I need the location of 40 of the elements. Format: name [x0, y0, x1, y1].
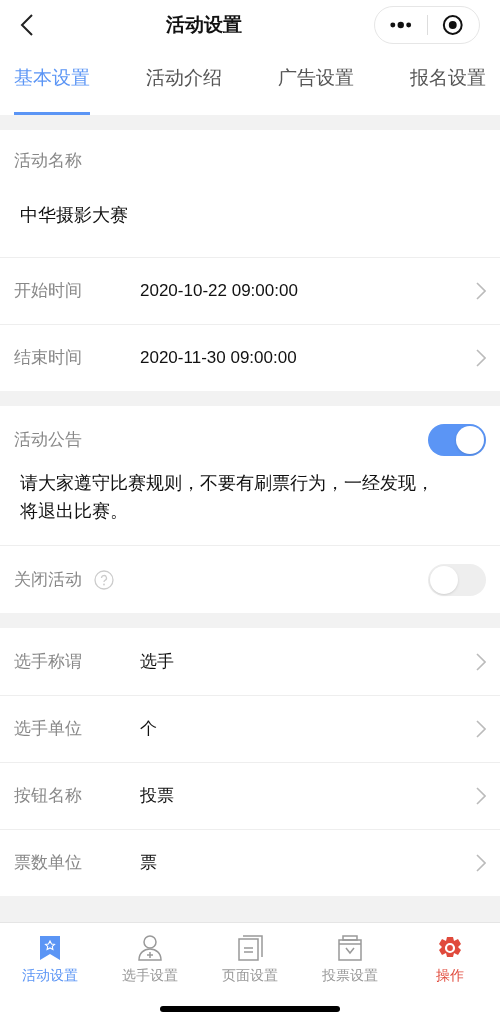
settings-row[interactable]: 选手单位 个	[0, 695, 500, 762]
settings-row[interactable]: 开始时间 2020-10-22 09:00:00	[0, 257, 500, 324]
settings-row[interactable]: 结束时间 2020-11-30 09:00:00	[0, 324, 500, 391]
tab[interactable]: 报名设置	[410, 50, 486, 115]
tab[interactable]: 广告设置	[278, 50, 354, 115]
chevron-icon	[476, 720, 486, 738]
row-value: 票	[140, 852, 158, 875]
tab[interactable]: 活动介绍	[146, 50, 222, 115]
back-icon[interactable]	[20, 13, 34, 37]
settings-row[interactable]: 选手称谓 选手	[0, 628, 500, 695]
toggle-switch[interactable]	[428, 423, 486, 456]
row-label: 关闭活动	[14, 568, 82, 591]
chevron-icon	[476, 854, 486, 872]
toggle-switch[interactable]	[428, 563, 486, 596]
row-value: 投票	[140, 785, 175, 808]
row-label: 选手单位	[14, 718, 83, 741]
chevron-icon	[476, 282, 486, 300]
row-label: 按钮名称	[14, 785, 83, 808]
chevron-icon	[476, 787, 486, 805]
action-button[interactable]: 操作	[400, 923, 500, 986]
row-label: 开始时间	[14, 280, 83, 303]
document-icon	[235, 933, 265, 963]
user-add-icon	[135, 933, 165, 963]
row-value: 个	[140, 718, 158, 741]
settings-row[interactable]: 按钮名称 投票	[0, 762, 500, 829]
row-value: 2020-10-22 09:00:00	[140, 280, 299, 303]
row-label: 票数单位	[14, 852, 83, 875]
chevron-icon	[476, 349, 486, 367]
row-label: 选手称谓	[14, 650, 83, 673]
page-title: 活动设置	[166, 12, 242, 37]
settings-row[interactable]: 票数单位 票	[0, 829, 500, 896]
chevron-icon	[476, 652, 486, 671]
row-label: 结束时间	[14, 347, 83, 370]
ballot-box-icon	[335, 933, 365, 963]
field-label: 活动名称	[14, 150, 82, 173]
row-label: 活动公告	[14, 428, 82, 451]
row-value: 2020-11-30 09:00:00	[140, 347, 298, 370]
row-value: 选手	[140, 650, 175, 673]
name-field[interactable]: 中华摄影大赛	[20, 202, 128, 229]
notice-text: 请大家遵守比赛规则，不要有刷票行为，一经发现，将退出比赛。	[19, 472, 435, 523]
